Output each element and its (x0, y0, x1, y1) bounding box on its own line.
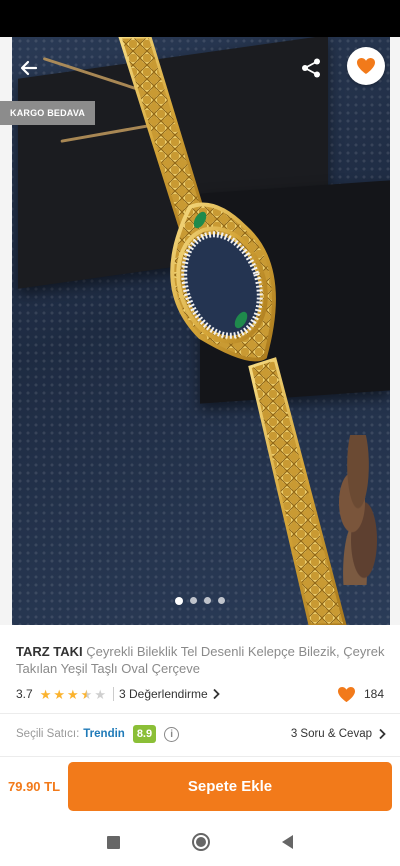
free-shipping-badge: KARGO BEDAVA (0, 101, 96, 125)
price: 79.90 TL (8, 779, 61, 794)
pagination-dot[interactable] (204, 597, 211, 604)
reviews-link[interactable]: 3 Değerlendirme (119, 687, 220, 701)
share-button[interactable] (296, 53, 326, 83)
reviews-label: 3 Değerlendirme (118, 687, 208, 701)
home-button[interactable] (192, 833, 210, 851)
product-brand[interactable]: TARZ TAKI (16, 644, 83, 659)
likes-count: 184 (363, 687, 384, 701)
star-icon: ★ (67, 686, 79, 702)
system-nav-bar (0, 818, 400, 866)
bracelet-image (118, 37, 347, 625)
pagination-dot[interactable] (218, 597, 225, 604)
arrow-left-icon (20, 60, 38, 76)
back-button[interactable] (14, 53, 44, 83)
image-edge (0, 37, 12, 625)
seller-label: Seçili Satıcı: (16, 728, 80, 740)
star-icon: ★ (80, 686, 93, 702)
gallery-pagination (0, 597, 400, 605)
star-rating: ★ ★ ★ ★ ★ (40, 688, 106, 701)
product-title: TARZ TAKI Çeyrekli Bileklik Tel Desenli … (16, 643, 388, 677)
seller-name-link[interactable]: Trendin (83, 728, 125, 740)
product-image-gallery[interactable]: KARGO BEDAVA (0, 37, 400, 625)
star-icon: ★ (39, 686, 52, 702)
system-back-button[interactable] (282, 835, 293, 849)
qa-link[interactable]: 3 Soru & Cevap (291, 728, 386, 740)
seller-score-badge: 8.9 (132, 725, 157, 743)
add-to-cart-button[interactable]: Sepete Ekle (68, 762, 392, 811)
qa-label: 3 Soru & Cevap (290, 728, 372, 740)
divider (112, 687, 114, 701)
rating-score: 3.7 (16, 687, 33, 701)
pagination-dot[interactable] (190, 597, 197, 604)
heart-icon (357, 58, 375, 74)
status-bar (0, 0, 400, 37)
chevron-right-icon (213, 688, 220, 700)
share-icon (302, 58, 320, 78)
image-edge (390, 37, 400, 625)
pagination-dot[interactable] (175, 597, 183, 605)
section-divider (0, 713, 400, 714)
star-icon: ★ (53, 686, 65, 702)
info-icon[interactable]: i (164, 726, 180, 742)
purchase-bar: 79.90 TL Sepete Ekle (0, 756, 400, 818)
seller-row: Seçili Satıcı: Trendin 8.9 i 3 Soru & Ce… (16, 722, 386, 746)
recent-apps-button[interactable] (107, 835, 120, 849)
star-icon: ★ (94, 686, 106, 702)
rating-row: 3.7 ★ ★ ★ ★ ★ 3 Değerlendirme 184 (16, 684, 384, 704)
heart-icon (337, 686, 355, 702)
likes[interactable]: 184 (337, 686, 384, 703)
favorite-button[interactable] (347, 47, 385, 85)
chevron-right-icon (379, 728, 386, 740)
